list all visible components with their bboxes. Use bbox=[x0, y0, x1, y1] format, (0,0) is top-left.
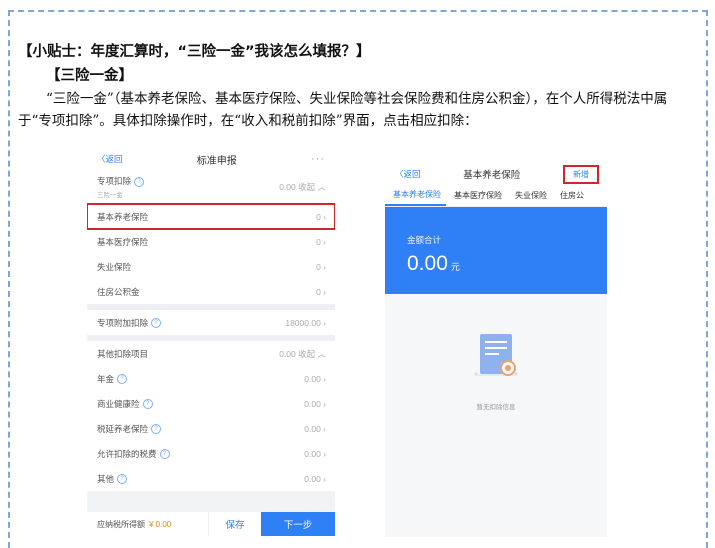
tab-medical[interactable]: 基本医疗保险 bbox=[446, 190, 507, 206]
next-button[interactable]: 下一步 bbox=[261, 512, 335, 536]
section-title: 【三险一金】 bbox=[46, 68, 133, 84]
item-value: 0 › bbox=[316, 236, 326, 247]
other-item-deferred-pension[interactable]: 税延养老保险? 0.00 › bbox=[87, 416, 335, 441]
deduction-item-housing-fund[interactable]: 住房公积金 0 › bbox=[87, 279, 335, 304]
total-banner: 金额合计 0.00 元 bbox=[385, 207, 607, 294]
item-value: 0 › bbox=[316, 261, 326, 272]
deduction-item-medical[interactable]: 基本医疗保险 0 › bbox=[87, 229, 335, 254]
deduction-item-unemployment[interactable]: 失业保险 0 › bbox=[87, 254, 335, 279]
help-icon[interactable]: ? bbox=[159, 449, 170, 460]
item-label: 允许扣除的税费 bbox=[97, 448, 157, 459]
taxable-income-label: 应纳税所得额 bbox=[97, 519, 145, 529]
standard-declaration-screen: 〈返回 标准申报 ··· 专项扣除? 三险一金 0.00 收起 ︿ 基本养老保险 … bbox=[87, 148, 335, 536]
special-deduction-sub: 三险一金 bbox=[97, 192, 123, 199]
deduction-item-pension[interactable]: 基本养老保险 0 › bbox=[87, 203, 335, 230]
tab-bar: 基本养老保险 基本医疗保险 失业保险 住房公 bbox=[385, 186, 607, 207]
add-button[interactable]: 新增 bbox=[563, 164, 599, 184]
empty-state: 暂无扣除信息 bbox=[385, 330, 607, 411]
collapse-toggle[interactable]: 0.00 收起 ︿ bbox=[279, 348, 326, 360]
other-item-other[interactable]: 其他? 0.00 › bbox=[87, 466, 335, 491]
item-value: 0 › bbox=[316, 211, 326, 222]
special-deduction-header[interactable]: 专项扣除? 三险一金 0.00 收起 ︿ bbox=[87, 170, 335, 204]
body-paragraph: “三险一金”（基本养老保险、基本医疗保险、失业保险等社会保险费和住房公积金），在… bbox=[18, 91, 668, 129]
screen-title: 标准申报 bbox=[196, 155, 237, 167]
item-label: 年金 bbox=[97, 373, 115, 384]
item-value: 0.00 › bbox=[304, 423, 326, 434]
tip-title: 【小贴士：年度汇算时，“三险一金”我该怎么填报？】 bbox=[18, 44, 371, 60]
special-deduction-label: 专项扣除 bbox=[97, 176, 132, 186]
screen-title: 基本养老保险 bbox=[463, 170, 521, 181]
help-icon[interactable]: ? bbox=[117, 474, 128, 485]
item-value: 0.00 › bbox=[304, 473, 326, 484]
taxable-income-value: ¥ 0.00 bbox=[149, 519, 172, 529]
help-icon[interactable]: ? bbox=[151, 318, 162, 329]
total-value: 0.00 bbox=[407, 252, 448, 275]
additional-label: 专项附加扣除 bbox=[97, 317, 149, 328]
item-label: 基本医疗保险 bbox=[97, 236, 149, 247]
item-value: 0.00 › bbox=[304, 448, 326, 459]
tab-pension[interactable]: 基本养老保险 bbox=[385, 189, 446, 206]
item-value: 0.00 › bbox=[304, 373, 326, 384]
additional-deduction-row[interactable]: 专项附加扣除? 18000.00 › bbox=[87, 310, 335, 335]
other-deduction-header[interactable]: 其他扣除项目 0.00 收起 ︿ bbox=[87, 341, 335, 366]
back-button[interactable]: 〈返回 bbox=[395, 168, 421, 180]
empty-text: 暂无扣除信息 bbox=[476, 404, 516, 411]
bottom-bar: 应纳税所得额 ¥ 0.00 保存 下一步 bbox=[87, 512, 335, 536]
item-label: 基本养老保险 bbox=[97, 211, 149, 222]
help-icon[interactable]: ? bbox=[142, 399, 153, 410]
save-button[interactable]: 保存 bbox=[208, 512, 261, 536]
item-label: 其他 bbox=[97, 473, 115, 484]
help-icon[interactable]: ? bbox=[151, 424, 162, 435]
other-item-health-insurance[interactable]: 商业健康险? 0.00 › bbox=[87, 391, 335, 416]
more-icon[interactable]: ··· bbox=[311, 153, 325, 165]
unit-label: 元 bbox=[450, 262, 460, 272]
item-label: 失业保险 bbox=[97, 261, 132, 272]
tab-housing-fund[interactable]: 住房公 bbox=[552, 190, 589, 206]
item-label: 税延养老保险 bbox=[97, 423, 149, 434]
pension-insurance-screen: 〈返回 基本养老保险 新增 基本养老保险 基本医疗保险 失业保险 住房公 金额合… bbox=[385, 162, 607, 537]
nav-bar: 〈返回 基本养老保险 新增 bbox=[385, 162, 607, 186]
help-icon[interactable]: ? bbox=[117, 374, 128, 385]
additional-value: 18000.00 › bbox=[285, 317, 326, 328]
other-item-deductible-tax[interactable]: 允许扣除的税费? 0.00 › bbox=[87, 441, 335, 466]
item-value: 0 › bbox=[316, 286, 326, 297]
tab-unemployment[interactable]: 失业保险 bbox=[507, 190, 552, 206]
item-label: 商业健康险 bbox=[97, 398, 140, 409]
item-label: 住房公积金 bbox=[97, 286, 140, 297]
nav-bar: 〈返回 标准申报 ··· bbox=[87, 148, 335, 170]
other-item-annuity[interactable]: 年金? 0.00 › bbox=[87, 366, 335, 391]
help-icon[interactable]: ? bbox=[134, 176, 145, 187]
collapse-toggle[interactable]: 0.00 收起 ︿ bbox=[279, 181, 326, 193]
item-value: 0.00 › bbox=[304, 398, 326, 409]
empty-document-icon bbox=[474, 334, 518, 376]
total-label: 金额合计 bbox=[407, 235, 442, 245]
back-button[interactable]: 〈返回 bbox=[97, 153, 123, 165]
other-label: 其他扣除项目 bbox=[97, 348, 149, 359]
document-body: 【小贴士：年度汇算时，“三险一金”我该怎么填报？】 【三险一金】 “三险一金”（… bbox=[18, 40, 702, 132]
